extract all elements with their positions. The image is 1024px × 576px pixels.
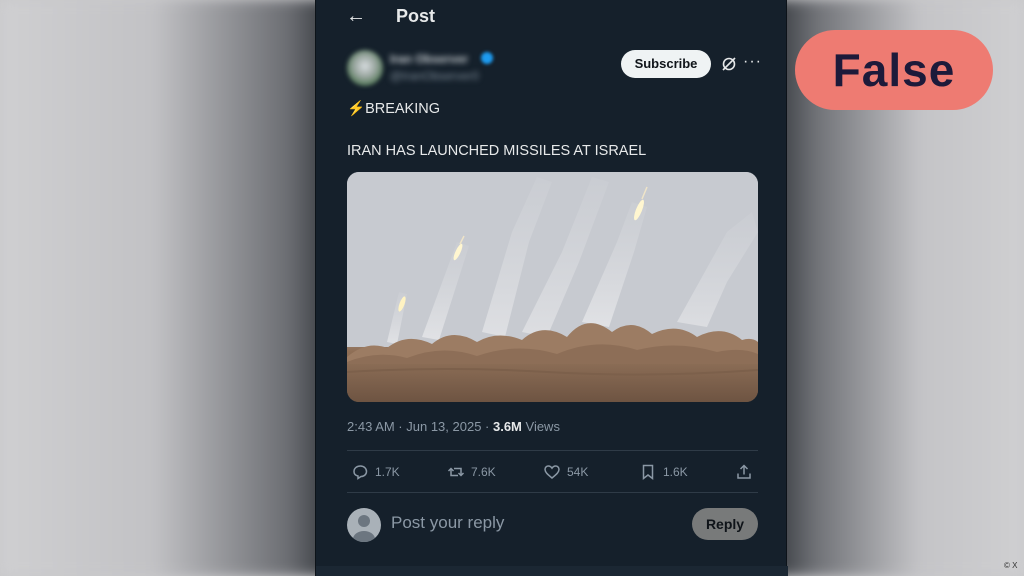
share-icon	[737, 464, 751, 479]
default-avatar-icon	[353, 515, 375, 542]
bookmark-count: 1.6K	[663, 465, 688, 479]
post-timestamp[interactable]: 2:43 AM · Jun 13, 2025 ·	[347, 419, 493, 434]
engagement-bar: 1.7K 7.6K 54K 1.6K	[347, 458, 758, 486]
bottom-edge	[316, 566, 788, 576]
more-options-icon[interactable]: ···	[743, 53, 762, 71]
back-arrow-icon[interactable]: ←	[346, 4, 366, 28]
views-label: Views	[521, 419, 560, 434]
divider	[347, 450, 758, 451]
repost-action[interactable]: 7.6K	[447, 458, 496, 486]
author-handle[interactable]: @IranObserver0	[390, 69, 479, 83]
repost-icon	[447, 467, 465, 477]
top-bar: ← Post	[316, 0, 788, 36]
heart-icon	[544, 465, 560, 479]
missile-launch-photo	[347, 172, 758, 402]
user-avatar	[347, 508, 381, 542]
views-count: 3.6M	[492, 419, 522, 434]
reply-button[interactable]: Reply	[692, 508, 758, 540]
reply-count: 1.7K	[375, 465, 400, 479]
reply-icon	[353, 465, 368, 480]
verified-badge-icon	[481, 52, 493, 64]
divider	[347, 492, 758, 493]
lightning-icon: ⚡	[347, 101, 366, 117]
blurred-backdrop-left	[0, 0, 340, 576]
image-credit: © X	[1004, 561, 1018, 570]
tweet-image[interactable]	[347, 172, 758, 402]
tweet-text-line-1: ⚡BREAKING	[347, 100, 440, 117]
reply-input[interactable]: Post your reply	[391, 513, 504, 533]
subscribe-button[interactable]: Subscribe	[621, 50, 711, 78]
like-action[interactable]: 54K	[543, 458, 588, 486]
fact-check-verdict-badge: False	[795, 30, 993, 110]
post-screen: ← Post Iran Observer @IranObserver0 Subs…	[315, 0, 788, 576]
share-action[interactable]	[735, 458, 753, 486]
grok-icon[interactable]	[720, 55, 738, 73]
page-title: Post	[396, 6, 436, 26]
repost-count: 7.6K	[471, 465, 496, 479]
author-avatar[interactable]	[347, 50, 383, 86]
tweet-text-line-2: IRAN HAS LAUNCHED MISSILES AT ISRAEL	[347, 143, 647, 159]
post-metadata: 2:43 AM · Jun 13, 2025 · 3.6M Views	[347, 419, 560, 434]
bookmark-action[interactable]: 1.6K	[639, 458, 688, 486]
breaking-label: BREAKING	[365, 101, 440, 117]
bookmark-icon	[642, 464, 654, 481]
like-count: 54K	[567, 465, 589, 479]
author-name[interactable]: Iran Observer	[390, 52, 468, 66]
reply-action[interactable]: 1.7K	[351, 458, 400, 486]
